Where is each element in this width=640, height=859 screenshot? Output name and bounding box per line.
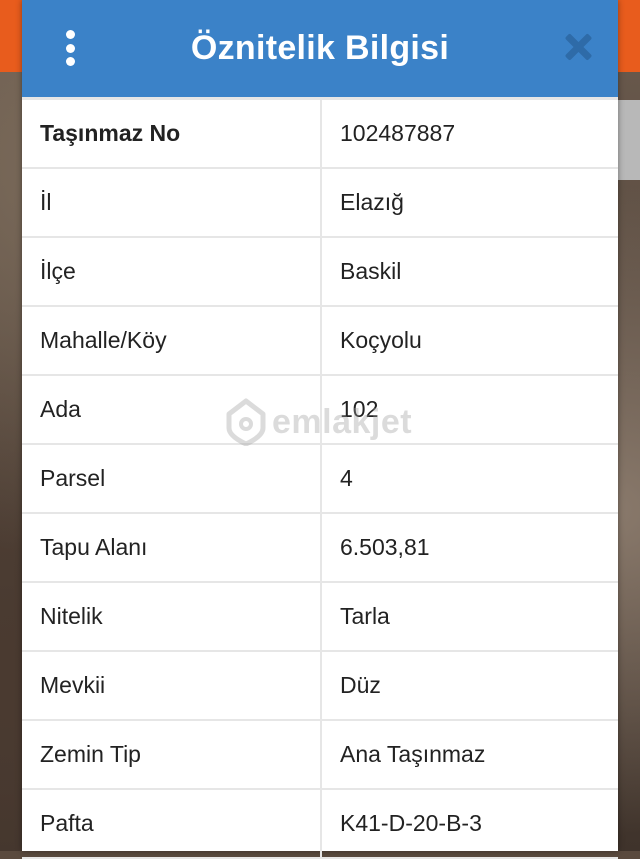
attribute-label: İlçe [22,236,322,307]
attribute-value: Baskil [321,236,618,307]
attribute-row: İlçe Baskil [22,236,618,307]
attribute-value: 6.503,81 [321,512,618,583]
attribute-row: Nitelik Tarla [22,581,618,652]
attribute-row: İl Elazığ [22,167,618,238]
kebab-menu-icon[interactable] [58,30,82,66]
attribute-label: Parsel [22,443,322,514]
attribute-row: Mevkii Düz [22,650,618,721]
attribute-label: Tapu Alanı [22,512,322,583]
attribute-row: Mahalle/Köy Koçyolu [22,305,618,376]
attribute-value: 4 [321,443,618,514]
attribute-info-dialog: Öznitelik Bilgisi Taşınmaz No 102487887 İl… [22,0,618,859]
attribute-value: Elazığ [321,167,618,238]
attribute-row: Pafta K41-D-20-B-3 [22,788,618,859]
attribute-label: Pafta [22,788,322,859]
attribute-value: Düz [321,650,618,721]
attribute-row: Taşınmaz No 102487887 [22,97,618,169]
attribute-row: Tapu Alanı 6.503,81 [22,512,618,583]
dialog-title: Öznitelik Bilgisi [190,29,450,67]
dialog-header: Öznitelik Bilgisi [22,0,618,97]
attribute-label: Taşınmaz No [22,97,322,169]
attribute-row: Ada 102 [22,374,618,445]
attribute-label: Mahalle/Köy [22,305,322,376]
attribute-value: Tarla [321,581,618,652]
map-panel-right-edge [618,100,640,180]
attribute-table: Taşınmaz No 102487887 İl Elazığ İlçe Baskil Ma… [22,97,618,859]
map-toolbar-left-edge [0,0,24,72]
attribute-label: Ada [22,374,322,445]
attribute-label: Zemin Tip [22,719,322,790]
attribute-value: Ana Taşınmaz [321,719,618,790]
map-toolbar-right-edge [616,0,640,72]
attribute-label: Nitelik [22,581,322,652]
attribute-label: Mevkii [22,650,322,721]
close-icon[interactable] [564,33,592,61]
attribute-label: İl [22,167,322,238]
attribute-value: 102487887 [321,97,618,169]
attribute-value: Koçyolu [321,305,618,376]
attribute-value: 102 [321,374,618,445]
attribute-row: Zemin Tip Ana Taşınmaz [22,719,618,790]
attribute-row: Parsel 4 [22,443,618,514]
attribute-value: K41-D-20-B-3 [321,788,618,859]
